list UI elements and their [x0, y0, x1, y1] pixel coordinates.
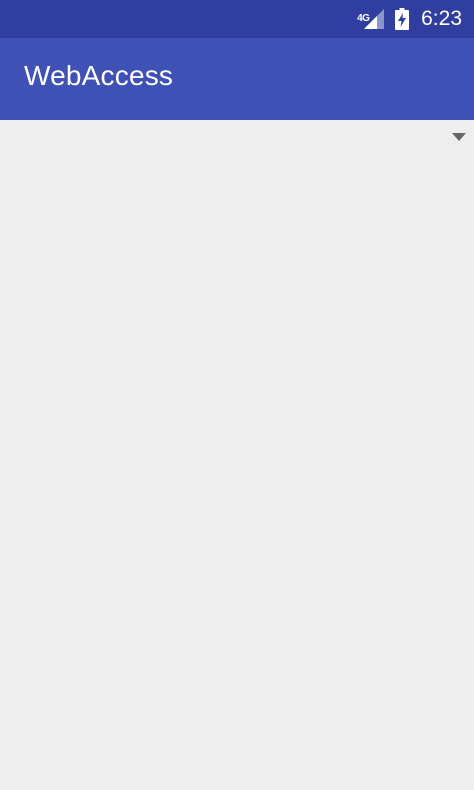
clock: 6:23	[421, 7, 462, 30]
signal-icon	[364, 9, 385, 29]
signal-indicator: 4G	[357, 8, 385, 30]
status-icons: 4G 6:23	[357, 0, 462, 38]
battery-charging-icon	[395, 8, 410, 30]
dropdown-arrow-icon	[452, 133, 466, 141]
dropdown-spinner[interactable]	[414, 120, 474, 156]
main-content	[0, 120, 474, 790]
app-title: WebAccess	[24, 60, 174, 91]
app-bar: WebAccess	[0, 38, 474, 120]
status-bar: 4G 6:23	[0, 0, 474, 38]
